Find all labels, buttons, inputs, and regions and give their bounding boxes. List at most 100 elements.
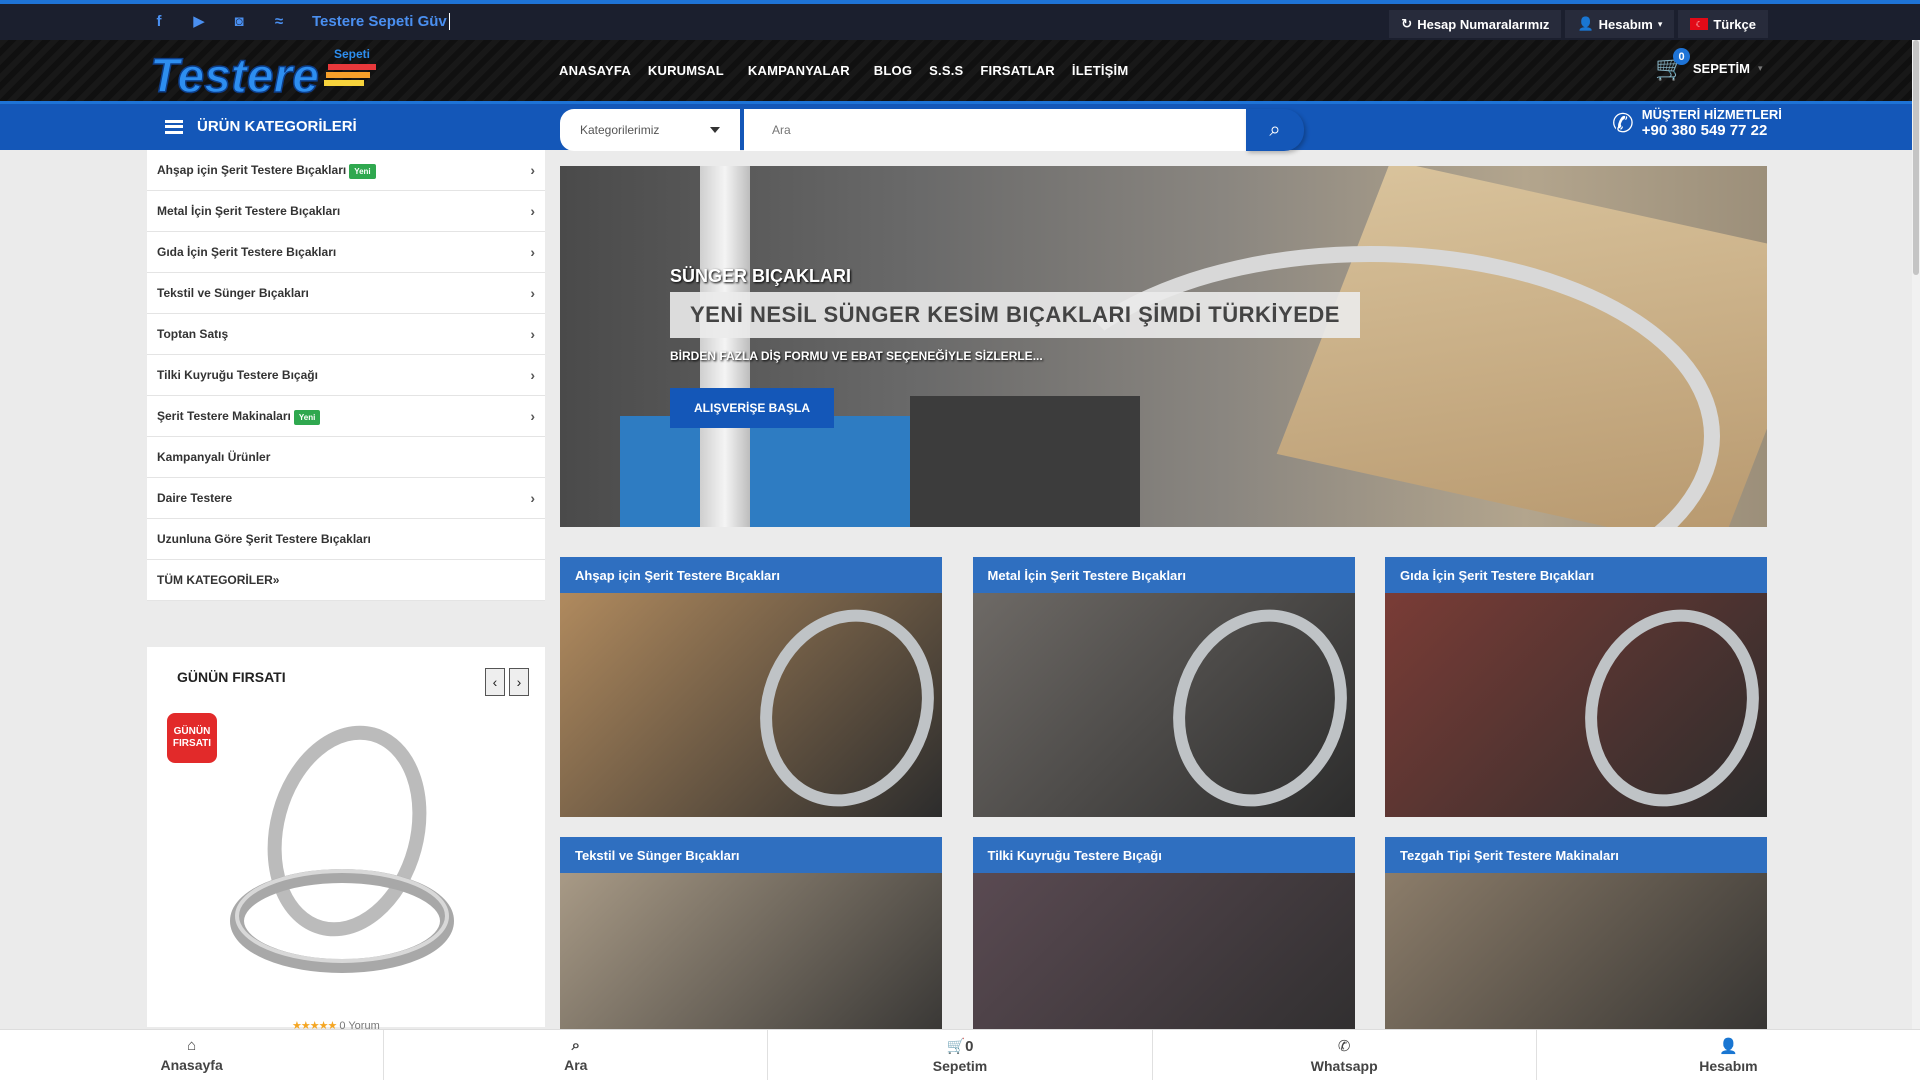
top-right-links: ↻ Hesap Numaralarımız 👤 Hesabım ▾ ☾ Türkçe	[1389, 10, 1768, 38]
hero-slider[interactable]: SÜNGER BIÇAKLARI YENİ NESİL SÜNGER KESİM…	[560, 166, 1767, 527]
chevron-right-icon: ›	[530, 203, 535, 219]
bottom-nav-search[interactable]: ⌕ Ara	[384, 1030, 769, 1080]
category-select-value: Kategorilerimiz	[580, 123, 660, 137]
bottom-nav-account[interactable]: 👤 Hesabım	[1537, 1030, 1920, 1080]
new-badge: Yeni	[349, 164, 376, 179]
search-icon: ⌕	[1269, 118, 1281, 141]
logo-stripe-orange	[326, 72, 370, 78]
logo-stripe-red	[328, 64, 376, 70]
sidebar-category-content: Tilki Kuyruğu Testere Bıçağı	[157, 368, 318, 382]
sidebar-category-item[interactable]: Şerit Testere Makinaları Yeni ›	[147, 396, 545, 437]
nav-kampanyalar[interactable]: KAMPANYALAR	[748, 63, 850, 78]
chevron-down-icon: ▾	[1757, 63, 1763, 73]
sidebar-category-content: Uzunluna Göre Şerit Testere Bıçakları	[157, 532, 371, 546]
search-button[interactable]: ⌕	[1246, 109, 1304, 151]
categories-menu-button[interactable]: ÜRÜN KATEGORİLERİ	[165, 118, 357, 135]
chevron-right-icon: ›	[530, 490, 535, 506]
language-button[interactable]: ☾ Türkçe	[1678, 10, 1768, 38]
chevron-right-icon[interactable]: ›	[509, 668, 529, 696]
search-icon: ⌕	[571, 1037, 580, 1054]
chevron-right-icon: ›	[530, 367, 535, 383]
nav-firsatlar[interactable]: FIRSATLAR	[980, 63, 1055, 78]
nav-anasayfa[interactable]: ANASAYFA	[559, 63, 631, 78]
bottom-nav-whatsapp[interactable]: ✆ Whatsapp	[1153, 1030, 1537, 1080]
youtube-icon[interactable]: ▶	[190, 12, 208, 30]
deal-badge: GÜNÜN FIRSATI	[167, 713, 217, 763]
sidebar-category-label: Uzunluna Göre Şerit Testere Bıçakları	[157, 532, 371, 546]
cart-icon: 🛒0	[946, 1037, 974, 1055]
category-tile[interactable]: Ahşap için Şerit Testere Bıçakları	[560, 557, 942, 817]
sidebar-category-content: TÜM KATEGORİLER»	[157, 573, 279, 587]
logo-text: Testere	[150, 50, 319, 100]
sidebar-category-label: Şerit Testere Makinaları	[157, 409, 291, 423]
bottom-home-label: Anasayfa	[160, 1057, 223, 1073]
deal-title: GÜNÜN FIRSATI	[177, 669, 286, 685]
sidebar-category-item[interactable]: TÜM KATEGORİLER»	[147, 560, 545, 601]
user-icon: 👤	[1719, 1037, 1738, 1055]
blade-ring-2	[230, 869, 454, 973]
page-scrollbar[interactable]	[1912, 40, 1920, 1029]
top-bar: f ▶ ◙ ≈ Testere Sepeti Güv ↻ Hesap Numara…	[0, 0, 1920, 40]
sidebar-category-content: Tekstil ve Sünger Bıçakları	[157, 286, 309, 300]
sidebar-category-item[interactable]: Tekstil ve Sünger Bıçakları ›	[147, 273, 545, 314]
account-numbers-button[interactable]: ↻ Hesap Numaralarımız	[1389, 10, 1562, 38]
sidebar-category-label: Kampanyalı Ürünler	[157, 450, 271, 464]
account-button[interactable]: 👤 Hesabım ▾	[1565, 10, 1675, 38]
bottom-nav-home[interactable]: ⌂ Anasayfa	[0, 1030, 385, 1080]
hero-title: YENİ NESİL SÜNGER KESİM BIÇAKLARI ŞİMDİ …	[670, 292, 1360, 338]
turkey-flag-icon: ☾	[1690, 18, 1709, 30]
sidebar-category-item[interactable]: Kampanyalı Ürünler	[147, 437, 545, 478]
nav-sss[interactable]: S.S.S	[929, 63, 963, 78]
category-tile[interactable]: Metal İçin Şerit Testere Bıçakları	[972, 557, 1355, 817]
chevron-right-icon: ›	[530, 244, 535, 260]
nav-iletisim[interactable]: İLETİŞİM	[1072, 63, 1129, 78]
sidebar-category-item[interactable]: Uzunluna Göre Şerit Testere Bıçakları	[147, 519, 545, 560]
sidebar-category-label: Ahşap için Şerit Testere Bıçakları	[157, 163, 347, 177]
sidebar-category-item[interactable]: Metal İçin Şerit Testere Bıçakları ›	[147, 191, 545, 232]
account-numbers-label: Hesap Numaralarımız	[1417, 16, 1550, 32]
sidebar-category-label: Metal İçin Şerit Testere Bıçakları	[157, 204, 341, 218]
facebook-icon[interactable]: f	[150, 13, 168, 30]
site-logo[interactable]: Testere Sepeti	[148, 46, 378, 100]
chevron-right-icon: ›	[530, 408, 535, 424]
category-tile-image	[1385, 593, 1767, 817]
category-select[interactable]: Kategorilerimiz	[560, 109, 740, 151]
category-search-bar: ÜRÜN KATEGORİLERİ Kategorilerimiz ⌕ ✆ MÜ…	[0, 104, 1920, 151]
chevron-left-icon[interactable]: ‹	[485, 668, 505, 696]
bottom-search-label: Ara	[564, 1057, 588, 1073]
blade-ring-image	[1557, 593, 1767, 817]
new-badge: Yeni	[293, 410, 321, 425]
sidebar-category-item[interactable]: Gıda İçin Şerit Testere Bıçakları ›	[147, 232, 545, 273]
search-input[interactable]	[744, 109, 1246, 151]
sidebar-category-content: Metal İçin Şerit Testere Bıçakları	[157, 204, 340, 218]
category-tile-title: Tezgah Tipi Şerit Testere Makinaları	[1385, 837, 1767, 873]
nav-blog[interactable]: BLOG	[874, 63, 912, 78]
phone-icon: ✆	[1612, 107, 1634, 138]
sidebar-category-label: Tekstil ve Sünger Bıçakları	[157, 286, 309, 300]
cart-button[interactable]: 🛒 0 SEPETİM ▾	[1655, 48, 1763, 83]
category-tile-title: Gıda İçin Şerit Testere Bıçakları	[1385, 557, 1767, 593]
shopping-basket-icon: 🛒 0	[1655, 48, 1690, 83]
sidebar-category-item[interactable]: Tilki Kuyruğu Testere Bıçağı ›	[147, 355, 545, 396]
customer-support[interactable]: ✆ MÜŞTERİ HİZMETLERİ +90 380 549 77 22	[1612, 107, 1782, 139]
hero-description: BİRDEN FAZLA DİŞ FORMU VE EBAT SEÇENEĞİY…	[670, 349, 1043, 363]
support-text: MÜŞTERİ HİZMETLERİ +90 380 549 77 22	[1642, 107, 1782, 139]
category-tile-title: Tekstil ve Sünger Bıçakları	[560, 837, 942, 873]
bottom-account-label: Hesabım	[1699, 1057, 1758, 1074]
cart-label: SEPETİM	[1692, 61, 1750, 76]
blade-ring-1	[267, 725, 427, 937]
deal-product-image[interactable]	[227, 721, 457, 991]
rss-icon[interactable]: ≈	[270, 13, 288, 30]
scrollbar-thumb[interactable]	[1913, 40, 1919, 275]
chevron-right-icon: ›	[530, 326, 535, 342]
nav-kurumsal[interactable]: KURUMSAL	[648, 63, 724, 78]
category-tile[interactable]: Gıda İçin Şerit Testere Bıçakları	[1385, 557, 1767, 817]
sidebar-category-item[interactable]: Toptan Satış ›	[147, 314, 545, 355]
bottom-nav-cart[interactable]: 🛒0 Sepetim	[768, 1030, 1153, 1080]
sidebar-category-item[interactable]: Daire Testere ›	[147, 478, 545, 519]
deal-of-the-day: GÜNÜN FIRSATI ‹ › GÜNÜN FIRSATI ★★★★★ 0 …	[147, 647, 545, 1032]
deal-badge-line2: FIRSATI	[172, 738, 212, 749]
instagram-icon[interactable]: ◙	[230, 13, 248, 30]
sidebar-category-item[interactable]: Ahşap için Şerit Testere Bıçakları Yeni ›	[147, 150, 545, 191]
hero-shop-button[interactable]: ALIŞVERİŞE BAŞLA	[670, 388, 835, 428]
